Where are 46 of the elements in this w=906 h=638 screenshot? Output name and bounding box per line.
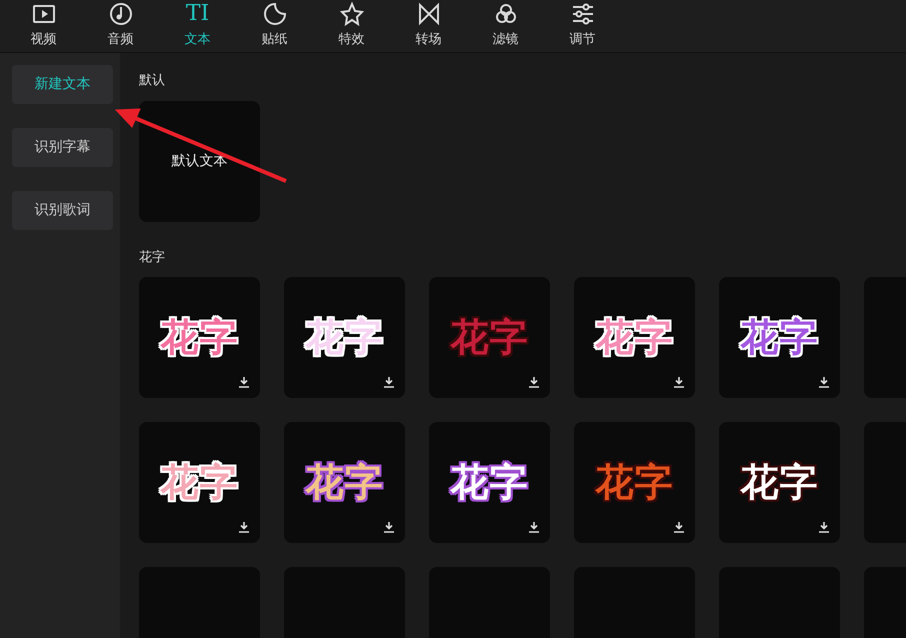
tab[interactable]: 视频 (5, 0, 82, 52)
text-style-card[interactable]: 花字 (718, 277, 840, 398)
music-note-icon (108, 0, 134, 26)
text-style-card[interactable]: 花字 (718, 422, 840, 543)
styled-text-sample: 花字 (305, 314, 384, 361)
styled-text-sample: 花字 (740, 314, 818, 361)
download-icon[interactable] (238, 521, 250, 533)
download-icon[interactable] (528, 376, 540, 388)
text-style-card[interactable]: 花字 (138, 422, 260, 543)
styled-text-sample: 花字 (595, 459, 674, 506)
download-icon[interactable] (382, 521, 395, 533)
tab[interactable]: 特效 (313, 0, 390, 52)
styled-text-sample: 花字 (740, 459, 818, 506)
download-icon[interactable] (818, 376, 830, 388)
styled-text-sample: 花字 (450, 459, 528, 506)
download-icon[interactable] (818, 521, 830, 533)
tab[interactable]: 贴纸 (236, 0, 313, 52)
tab[interactable]: 转场 (390, 0, 467, 52)
download-icon[interactable] (382, 376, 395, 388)
tab[interactable]: TI 文本 (159, 0, 236, 52)
text-style-card[interactable]: 花字 (284, 422, 405, 543)
sidebar-button[interactable]: 识别字幕 (12, 128, 113, 167)
section-title: 花字 (138, 248, 166, 266)
download-icon[interactable] (528, 521, 540, 533)
text-style-card[interactable]: 花字 (574, 277, 695, 398)
styled-text-sample: 花字 (160, 459, 238, 506)
sidebar-button[interactable]: 新建文本 (12, 65, 113, 104)
text-tool-icon: TI (186, 0, 210, 26)
sticker-icon (262, 0, 288, 26)
text-style-card[interactable]: 花字 (428, 422, 550, 543)
download-icon[interactable] (672, 521, 685, 533)
sidebar-button[interactable]: 识别歌词 (12, 191, 113, 230)
tab[interactable]: 滤镜 (467, 0, 544, 52)
styled-text-sample: 花字 (595, 314, 674, 361)
section-title: 默认 (138, 72, 166, 90)
styled-text-sample: 花字 (160, 314, 238, 361)
text-style-card[interactable]: 花字 (574, 422, 695, 543)
styled-text-sample: 花字 (305, 459, 384, 506)
sparkle-star-icon (338, 0, 364, 26)
download-icon[interactable] (672, 376, 685, 388)
tab[interactable]: 调节 (544, 0, 621, 52)
download-icon[interactable] (238, 376, 250, 388)
text-style-card[interactable]: 花字 (138, 277, 260, 398)
text-style-card[interactable]: 花字 (284, 277, 405, 398)
tab[interactable]: 音频 (82, 0, 159, 52)
styled-text-sample: 花字 (450, 314, 528, 361)
